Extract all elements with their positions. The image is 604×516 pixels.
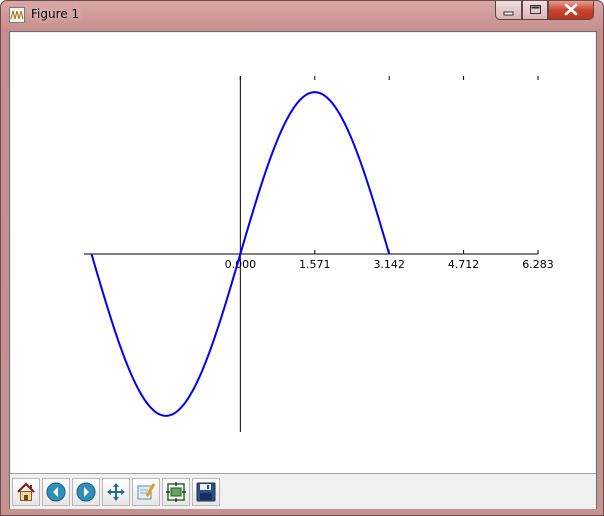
figure-client-area: 0.000 1.571 3.142 4.712 6.283 [9, 31, 597, 509]
save-button[interactable] [192, 478, 220, 506]
forward-arrow-icon [76, 482, 96, 502]
x-tick-label-2: 3.142 [373, 258, 405, 271]
title-bar[interactable]: Figure 1 [1, 1, 603, 31]
back-arrow-icon [46, 482, 66, 502]
x-tick-label-0: 0.000 [225, 258, 257, 271]
close-icon [564, 3, 578, 16]
move-arrows-icon [107, 483, 125, 501]
configure-subplots-icon [166, 482, 186, 502]
back-button[interactable] [42, 478, 70, 506]
minimize-icon [503, 11, 514, 16]
window-title: Figure 1 [31, 7, 80, 21]
home-button[interactable] [12, 478, 40, 506]
figure-window: Figure 1 0.000 1.571 3.142 4.712 6.283 [0, 0, 604, 516]
minimize-button[interactable] [495, 1, 522, 20]
plot-canvas[interactable]: 0.000 1.571 3.142 4.712 6.283 [11, 33, 595, 473]
x-tick-label-3: 4.712 [448, 258, 480, 271]
x-tick-label-1: 1.571 [299, 258, 331, 271]
home-icon [17, 482, 35, 501]
plot-svg: 0.000 1.571 3.142 4.712 6.283 [84, 76, 554, 432]
zoom-button[interactable] [132, 478, 160, 506]
zoom-rectangle-icon [137, 483, 156, 500]
floppy-disk-icon [196, 482, 216, 502]
matplotlib-figure-icon [9, 7, 25, 23]
pan-button[interactable] [102, 478, 130, 506]
subplots-button[interactable] [162, 478, 190, 506]
maximize-icon [530, 5, 541, 14]
forward-button[interactable] [72, 478, 100, 506]
navigation-toolbar [10, 473, 596, 509]
maximize-button[interactable] [522, 1, 548, 20]
close-button[interactable] [548, 1, 594, 20]
x-tick-label-4: 6.283 [522, 258, 554, 271]
